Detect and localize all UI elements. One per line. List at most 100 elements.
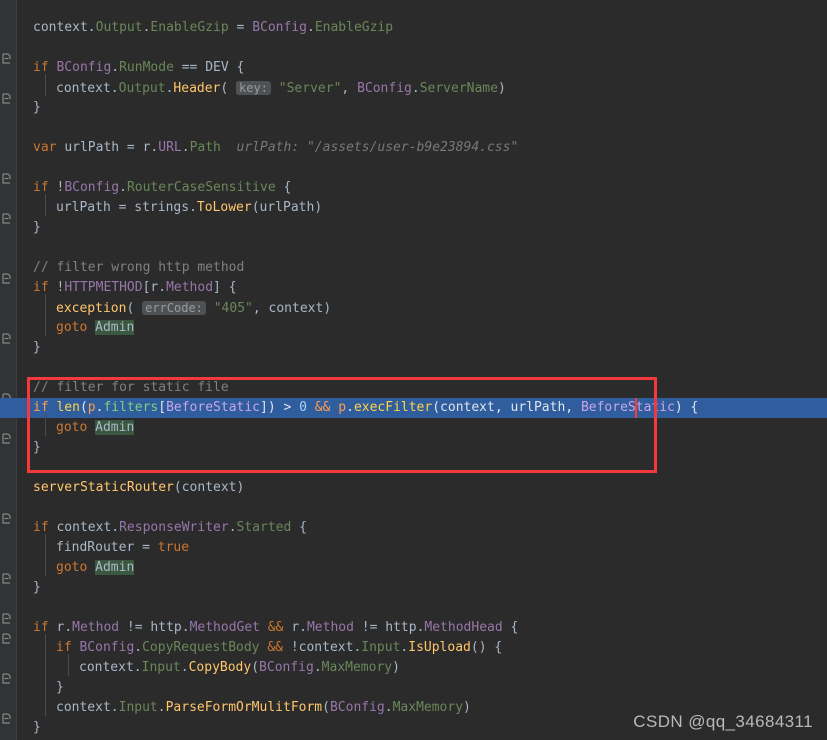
code-line[interactable]: serverStaticRouter(context) — [0, 478, 827, 498]
code-token-op: () { — [470, 640, 503, 655]
code-token-field: BConfig — [56, 60, 112, 75]
code-line[interactable]: goto Admin — [0, 418, 827, 438]
code-line[interactable]: goto Admin — [0, 558, 827, 578]
code-token-ident: findRouter — [56, 540, 135, 555]
code-token-op: . — [119, 180, 127, 195]
code-token-op: != — [119, 620, 151, 635]
code-token-field: URL — [158, 140, 182, 155]
code-token-op: , — [341, 81, 358, 96]
code-token-greenid: Input — [361, 640, 401, 655]
code-line[interactable]: if !HTTPMETHOD[r.Method] { — [0, 278, 827, 298]
code-token-op: . — [111, 60, 120, 75]
code-token-ident: DEV — [205, 60, 229, 75]
code-line[interactable]: } — [0, 98, 827, 118]
code-token-op: { — [228, 60, 245, 75]
code-line[interactable] — [0, 498, 827, 518]
code-token-kw: var — [33, 140, 65, 155]
code-line[interactable]: if BConfig.CopyRequestBody && !context.I… — [0, 638, 827, 658]
code-token-op: . — [110, 700, 119, 715]
code-token-str: "Server" — [278, 81, 342, 96]
code-token-op — [271, 81, 279, 96]
code-token-str: "405" — [213, 301, 253, 316]
watermark-text: CSDN @qq_34684311 — [633, 712, 813, 731]
code-token-greenid: EnableGzip — [314, 20, 394, 35]
code-content[interactable]: context.Output.EnableGzip = BConfig.Enab… — [0, 0, 827, 740]
code-token-ident: context — [56, 81, 111, 96]
code-token-op: { — [502, 620, 519, 635]
code-token-op: . — [180, 660, 189, 675]
code-token-op: = — [119, 140, 143, 155]
code-line[interactable]: // filter for static file — [0, 378, 827, 398]
code-line[interactable]: findRouter = true — [0, 538, 827, 558]
code-line[interactable]: } — [0, 338, 827, 358]
code-token-ident: context — [268, 301, 324, 316]
code-token-op: [ — [158, 400, 167, 415]
code-token-inlay: urlPath: "/assets/user-b9e23894.css" — [220, 140, 519, 155]
code-token-op: ) — [314, 200, 323, 215]
code-line[interactable]: if context.ResponseWriter.Started { — [0, 518, 827, 538]
code-token-field: BConfig — [259, 660, 314, 675]
indent-guide — [45, 74, 46, 96]
code-line[interactable]: } — [0, 218, 827, 238]
code-token-field: Method — [166, 280, 214, 295]
code-token-op: . — [134, 640, 143, 655]
code-line[interactable]: if !BConfig.RouterCaseSensitive { — [0, 178, 827, 198]
code-line[interactable]: } — [0, 438, 827, 458]
code-line[interactable]: } — [0, 678, 827, 698]
code-token-op: } — [33, 720, 41, 735]
code-line[interactable]: // filter wrong http method — [0, 258, 827, 278]
code-line[interactable]: urlPath = strings.ToLower(urlPath) — [0, 198, 827, 218]
code-token-greenid: filters — [103, 400, 159, 415]
code-token-op: . — [87, 20, 96, 35]
code-line-selected[interactable]: if len(p.filters[BeforeStatic]) > 0 && p… — [0, 398, 827, 418]
code-token-greenid: Output — [118, 81, 166, 96]
code-line[interactable]: if BConfig.RunMode == DEV { — [0, 58, 827, 78]
code-line[interactable]: context.Input.CopyBody(BConfig.MaxMemory… — [0, 658, 827, 678]
code-token-lbl: Admin — [95, 320, 135, 335]
code-token-ident: context — [79, 660, 134, 675]
code-token-op: != — [353, 620, 386, 635]
code-line[interactable]: } — [0, 578, 827, 598]
code-line[interactable]: goto Admin — [0, 318, 827, 338]
code-token-ident: http — [385, 620, 417, 635]
code-token-greenid: Path — [189, 140, 221, 155]
code-token-kw: if — [33, 180, 57, 195]
code-line[interactable]: context.Output.Header( key: "Server", BC… — [0, 78, 827, 98]
code-line[interactable] — [0, 598, 827, 618]
code-token-field: ResponseWriter — [119, 520, 229, 535]
code-token-cmt: // filter for static file — [33, 380, 229, 395]
code-token-op: } — [33, 100, 41, 115]
code-token-op: ! — [290, 640, 299, 655]
code-token-greenid: MaxMemory — [392, 700, 464, 715]
code-token-op: = — [228, 20, 253, 35]
code-token-ident: urlPath — [259, 200, 315, 215]
code-token-greenid: Input — [141, 660, 181, 675]
code-token-fn: serverStaticRouter — [33, 480, 174, 495]
code-token-op: ( — [79, 400, 88, 415]
code-token-fn: len — [56, 400, 80, 415]
code-token-op: . — [157, 700, 166, 715]
code-line[interactable] — [0, 118, 827, 138]
code-token-kw: p — [87, 400, 96, 415]
code-line[interactable] — [0, 458, 827, 478]
code-line[interactable] — [0, 38, 827, 58]
code-token-field: MethodHead — [424, 620, 503, 635]
code-line[interactable]: if r.Method != http.MethodGet && r.Metho… — [0, 618, 827, 638]
code-line[interactable] — [0, 158, 827, 178]
code-token-fn: CopyBody — [188, 660, 252, 675]
code-token-op: ) — [497, 81, 506, 96]
code-token-op: ( — [126, 301, 143, 316]
code-line[interactable] — [0, 238, 827, 258]
code-token-op: { — [275, 180, 292, 195]
code-line[interactable]: var urlPath = r.URL.Path urlPath: "/asse… — [0, 138, 827, 158]
code-line[interactable]: context.Output.EnableGzip = BConfig.Enab… — [0, 18, 827, 38]
code-token-op: ] { — [213, 280, 237, 295]
code-token-kw: p — [338, 400, 347, 415]
code-token-greenid: MaxMemory — [321, 660, 393, 675]
code-token-field: BeforeStatic — [166, 400, 260, 415]
code-line[interactable]: exception( errCode: "405", context) — [0, 298, 827, 318]
code-token-op: . — [133, 660, 142, 675]
code-token-op: == — [173, 60, 206, 75]
code-line[interactable] — [0, 358, 827, 378]
code-token-op: ) — [392, 660, 400, 675]
